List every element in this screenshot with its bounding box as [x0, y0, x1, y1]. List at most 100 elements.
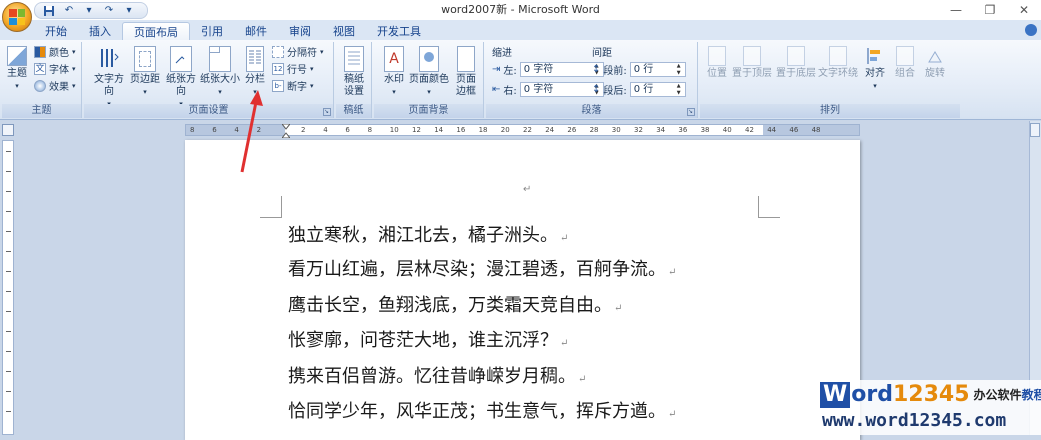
- indent-left-control: ⇥ 左: 0 字符: [492, 62, 604, 77]
- bring-front-icon: [743, 46, 761, 66]
- indent-right-icon: ⇤: [492, 84, 501, 95]
- group-icon: [896, 46, 914, 66]
- text-line[interactable]: 怅寥廓，问苍茫大地，谁主沉浮？ ↵: [288, 329, 568, 356]
- spacing-after-control: ↕ 段后: 0 行: [592, 82, 686, 97]
- undo-button[interactable]: ↶: [61, 4, 77, 18]
- ruler-tick: [6, 251, 11, 252]
- page-setup-launcher-icon[interactable]: ↘: [323, 108, 331, 116]
- title-bar: word2007新 - Microsoft Word ↶ ▾ ↷ ▾ — ❐ ✕: [0, 0, 1041, 20]
- red-arrow-icon: [240, 90, 263, 173]
- page-borders-button[interactable]: 页面边框: [452, 46, 480, 98]
- page-color-button[interactable]: 页面颜色 ▾: [408, 46, 450, 98]
- text-line[interactable]: 恰同学少年，风华正茂；书生意气，挥斥方遒。 ↵: [288, 400, 676, 427]
- arrange-group-label: 排列: [700, 104, 960, 118]
- redo-button[interactable]: ↷: [101, 4, 117, 18]
- text-wrap-icon: [829, 46, 847, 66]
- tab-insert[interactable]: 插入: [78, 22, 122, 40]
- text-line[interactable]: 独立寒秋，湘江北去，橘子洲头。 ↵: [288, 224, 568, 251]
- align-button[interactable]: 对齐 ▾: [862, 46, 888, 92]
- save-icon[interactable]: [41, 4, 57, 18]
- manuscript-group: 稿纸设置 稿纸: [336, 42, 372, 118]
- ruler-tick-label: 2: [301, 126, 306, 134]
- tab-view[interactable]: 视图: [322, 22, 366, 40]
- theme-colors-button[interactable]: 颜色 ▾: [34, 44, 76, 59]
- rotate-button[interactable]: 旋转: [922, 46, 948, 80]
- orientation-button[interactable]: 纸张方向 ▾: [162, 46, 200, 110]
- minimize-button[interactable]: —: [939, 0, 973, 20]
- ribbon-tabs: 开始 插入 页面布局 引用 邮件 审阅 视图 开发工具: [0, 20, 1041, 40]
- spacing-before-input[interactable]: 0 行: [629, 62, 686, 77]
- spacing-after-icon: ↕: [592, 84, 601, 95]
- vertical-ruler[interactable]: [2, 140, 14, 435]
- spacing-after-input[interactable]: 0 行: [629, 82, 686, 97]
- text-line[interactable]: 鹰击长空，鱼翔浅底，万类霜天竞自由。 ↵: [288, 294, 622, 321]
- breaks-button[interactable]: 分隔符 ▾: [272, 44, 324, 59]
- ruler-tick: [6, 291, 11, 292]
- text-direction-button[interactable]: 文字方向 ▾: [90, 46, 128, 110]
- margin-corner-mark: [260, 196, 282, 218]
- restore-button[interactable]: ❐: [973, 0, 1007, 20]
- ruler-tick-label: 28: [589, 126, 599, 134]
- customize-qat-button[interactable]: ▾: [121, 4, 137, 18]
- send-back-icon: [787, 46, 805, 66]
- position-button[interactable]: 位置: [704, 46, 730, 80]
- paragraph-group: 缩进 间距 ⇥ 左: 0 字符 ⇤ 右: 0 字符 ↕ 段前: 0 行 ↕ 段后…: [486, 42, 698, 118]
- paper-size-icon: [209, 46, 231, 72]
- ruler-toggle-button[interactable]: [1030, 123, 1040, 137]
- text-wrap-button[interactable]: 文字环绕: [818, 46, 858, 80]
- theme-effects-button[interactable]: 效果 ▾: [34, 78, 76, 93]
- tab-home[interactable]: 开始: [34, 22, 78, 40]
- tab-developer[interactable]: 开发工具: [366, 22, 432, 40]
- help-icon[interactable]: [1025, 24, 1037, 36]
- page-setup-group: 文字方向 ▾ 页边距 ▾ 纸张方向 ▾ 纸张大小 ▾ 分栏 ▾ 分隔符▾: [84, 42, 334, 118]
- line-numbers-button[interactable]: 12 行号 ▾: [272, 61, 314, 76]
- tab-references[interactable]: 引用: [190, 22, 234, 40]
- font-icon: 文: [34, 62, 46, 75]
- tab-review[interactable]: 审阅: [278, 22, 322, 40]
- watermark-button[interactable]: A 水印 ▾: [380, 46, 408, 98]
- site-watermark: Word12345 办公软件教程 www.word12345.com: [816, 380, 1041, 435]
- ruler-tick-label: 6: [345, 126, 350, 134]
- paragraph-launcher-icon[interactable]: ↘: [687, 108, 695, 116]
- text-line[interactable]: 看万山红遍，层林尽染；漫江碧透，百舸争流。 ↵: [288, 258, 676, 285]
- indent-marker-icon[interactable]: [282, 124, 290, 138]
- page-background-group: A 水印 ▾ 页面颜色 ▾ 页面边框 页面背景: [374, 42, 484, 118]
- page-setup-group-label: 页面设置: [84, 104, 333, 118]
- tab-page-layout[interactable]: 页面布局: [122, 22, 190, 40]
- indent-title: 缩进: [492, 48, 512, 59]
- ruler-tick: [6, 371, 11, 372]
- hyphenation-button[interactable]: b- 断字 ▾: [272, 78, 314, 93]
- tab-mailings[interactable]: 邮件: [234, 22, 278, 40]
- ruler-tick-label: 20: [500, 126, 510, 134]
- document-page[interactable]: ↵ 独立寒秋，湘江北去，橘子洲头。 ↵ 看万山红遍，层林尽染；漫江碧透，百舸争流。…: [185, 140, 860, 440]
- office-button[interactable]: [2, 2, 32, 32]
- ruler-tick-label: 10: [389, 126, 399, 134]
- ruler-tick-label: 40: [722, 126, 732, 134]
- ruler-tick: [6, 231, 11, 232]
- undo-dropdown[interactable]: ▾: [81, 4, 97, 18]
- tab-selector[interactable]: [2, 124, 14, 136]
- margins-button[interactable]: 页边距 ▾: [128, 46, 162, 98]
- margins-icon: [134, 46, 156, 72]
- position-icon: [708, 46, 726, 66]
- text-line[interactable]: 携来百侣曾游。忆往昔峥嵘岁月稠。 ↵: [288, 365, 586, 392]
- theme-fonts-button[interactable]: 文 字体 ▾: [34, 61, 76, 76]
- line-numbers-icon: 12: [272, 62, 284, 75]
- orientation-icon: [170, 46, 192, 72]
- send-to-back-button[interactable]: 置于底层: [776, 46, 816, 80]
- close-button[interactable]: ✕: [1007, 0, 1041, 20]
- group-button[interactable]: 组合: [892, 46, 918, 80]
- indent-left-icon: ⇥: [492, 64, 501, 75]
- margin-corner-mark: [758, 196, 780, 218]
- ruler-tick-label: 26: [567, 126, 577, 134]
- bring-to-front-button[interactable]: 置于顶层: [732, 46, 772, 80]
- ruler-tick-label: 18: [478, 126, 488, 134]
- ruler-tick-label: 24: [545, 126, 555, 134]
- columns-icon: [246, 46, 264, 72]
- manuscript-group-label: 稿纸: [336, 104, 371, 118]
- manuscript-settings-button[interactable]: 稿纸设置: [340, 46, 368, 98]
- theme-button[interactable]: 主题 ▾: [4, 46, 30, 92]
- ruler-tick: [6, 411, 11, 412]
- paper-size-button[interactable]: 纸张大小 ▾: [200, 46, 240, 98]
- watermark-url: www.word12345.com: [822, 410, 1007, 431]
